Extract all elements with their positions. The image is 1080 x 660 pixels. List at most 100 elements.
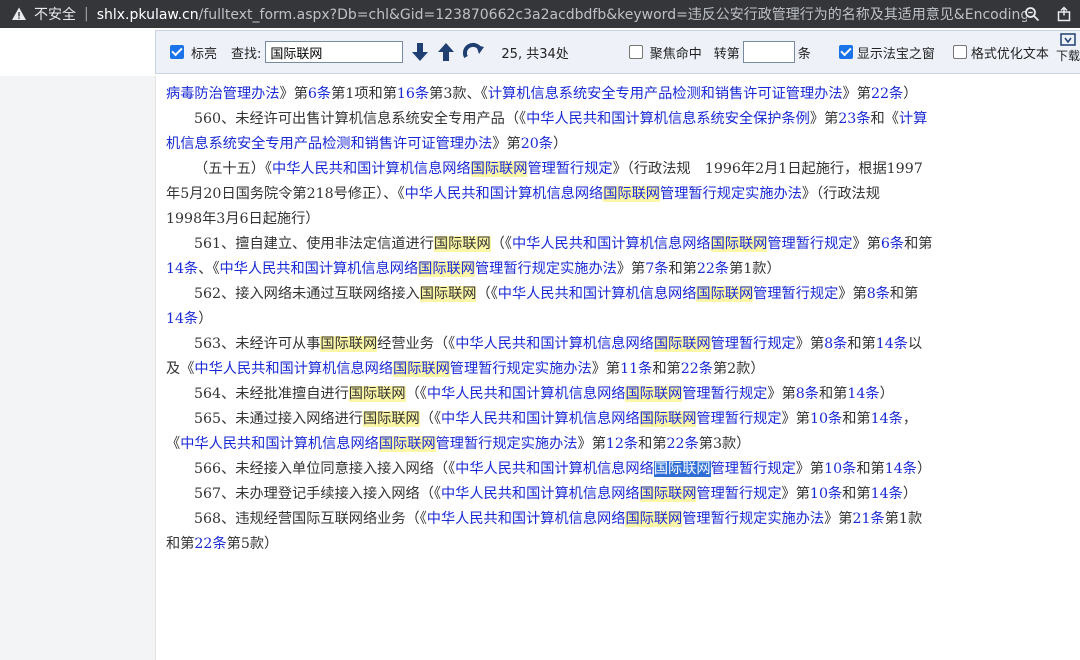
warning-icon[interactable] [8,3,30,25]
law-link[interactable]: 国际联网 [418,261,475,277]
article-link[interactable]: 8条 [796,386,819,402]
article-link[interactable]: 14条 [847,386,879,402]
article-link[interactable]: 22条 [697,261,729,277]
law-link[interactable]: 国际联网 [653,336,711,352]
law-link[interactable]: 病毒防治管理办法 [166,86,280,102]
law-link[interactable]: 国际联网 [639,486,697,502]
search-input[interactable] [265,41,404,63]
article-link[interactable]: 21条 [852,511,884,527]
zoom-icon[interactable] [1016,0,1048,28]
law-link[interactable]: 国际联网 [710,236,768,252]
law-link[interactable]: 国际联网 [603,186,660,202]
law-link[interactable]: 中华人民共和国计算机信息网络 [194,361,393,377]
text-segment: 和第 [818,386,848,402]
article-link[interactable]: 8条 [824,336,847,352]
previous-match-button[interactable] [435,41,457,63]
law-link[interactable]: 管理暂行规定 [682,386,767,402]
law-link[interactable]: 国际联网 [625,511,683,527]
refresh-button[interactable] [463,41,485,63]
highlight-checkbox[interactable] [170,45,184,59]
article-link[interactable]: 10条 [810,411,842,427]
goto-input[interactable] [742,41,795,63]
article-link[interactable]: 16条 [397,86,429,102]
article-link[interactable]: 14条 [871,486,903,502]
article-link[interactable]: 22条 [871,86,903,102]
text-segment: 》第 [795,461,825,477]
article-link[interactable]: 14条 [885,461,917,477]
law-link[interactable]: 管理暂行规定 [527,161,612,177]
law-link[interactable]: 国际联网 [653,461,711,477]
law-link[interactable]: 中华人民共和国计算机信息网络 [441,486,640,502]
law-link[interactable]: 计算机信息系统安全专用产品检测和销售许可证管理办法 [488,86,843,102]
law-link[interactable]: 管理暂行规定实施办法 [450,361,592,377]
article-link[interactable]: 20条 [521,136,553,152]
url-host: shlx.pkulaw.cn [96,7,199,23]
law-link[interactable]: 管理暂行规定 [767,236,852,252]
law-link[interactable]: 管理暂行规定 [696,411,781,427]
article-link[interactable]: 14条 [166,311,198,327]
law-link[interactable]: 管理暂行规定实施办法 [682,511,824,527]
law-link[interactable]: 中华人民共和国计算机信息系统安全保护条例 [526,111,810,127]
article-link[interactable]: 23条 [838,111,870,127]
law-link[interactable]: 国际联网 [378,436,436,452]
law-link[interactable]: 中华人民共和国计算机信息网络 [405,186,604,202]
law-link[interactable]: 中华人民共和国计算机信息网络 [427,511,626,527]
law-link[interactable]: 中华人民共和国计算机信息网络 [455,461,654,477]
show-window-option[interactable]: 显示法宝之窗 [838,43,935,62]
article-link[interactable]: 11条 [620,361,652,377]
focus-checkbox[interactable] [628,45,643,59]
law-link[interactable]: 管理暂行规定 [753,286,838,302]
article-link[interactable]: 7条 [645,261,668,277]
article-link[interactable]: 10条 [824,461,856,477]
format-checkbox[interactable] [952,45,967,59]
text-segment: 563、未经许可从事 [194,336,321,352]
show-window-checkbox[interactable] [838,45,853,59]
address-bar[interactable]: 不安全 | shlx.pkulaw.cn/fulltext_form.aspx?… [0,0,1080,28]
law-link[interactable]: 管理暂行规定实施办法 [436,436,578,452]
insecure-label[interactable]: 不安全 [34,4,76,24]
article-link[interactable]: 6条 [308,86,331,102]
law-link[interactable]: 管理暂行规定 [696,486,781,502]
text-segment: 560、未经许可出售计算机信息系统安全专用产品（《 [194,111,527,127]
find-label: 查找: [231,46,262,62]
focus-option[interactable]: 聚焦命中 [628,43,702,62]
highlight-option[interactable]: 标亮 [170,43,217,62]
format-option[interactable]: 格式优化文本 [952,43,1049,62]
text-segment: 和第 [842,411,871,427]
article-link[interactable]: 12条 [606,436,638,452]
law-link[interactable]: 国际联网 [639,411,697,427]
article-link[interactable]: 22条 [194,536,226,552]
law-link[interactable]: 中华人民共和国计算机信息网络 [220,261,419,277]
law-link[interactable]: 国际联网 [696,286,754,302]
next-match-button[interactable] [409,41,431,63]
article-link[interactable]: 22条 [681,361,713,377]
law-link[interactable]: 中华人民共和国计算机信息网络 [180,436,379,452]
law-link[interactable]: 中华人民共和国计算机信息网络 [498,286,697,302]
law-link[interactable]: 管理暂行规定 [711,461,796,477]
download-button[interactable]: 下载 [1056,31,1080,75]
law-link[interactable]: 中华人民共和国计算机信息网络 [441,411,640,427]
paragraph: 564、未经批准擅自进行国际联网（《中华人民共和国计算机信息网络国际联网管理暂行… [166,382,934,407]
law-link[interactable]: 国际联网 [470,161,528,177]
article-link[interactable]: 6条 [881,236,904,252]
article-link[interactable]: 8条 [867,286,890,302]
article-link[interactable]: 10条 [810,486,842,502]
url-text[interactable]: shlx.pkulaw.cn/fulltext_form.aspx?Db=chl… [97,4,1027,24]
article-link[interactable]: 14条 [876,336,908,352]
law-link[interactable]: 管理暂行规定实施办法 [475,261,617,277]
law-link[interactable]: 国际联网 [393,361,450,377]
text-segment: 565、未通过接入网络进行 [194,411,363,427]
article-link[interactable]: 22条 [667,436,699,452]
share-icon[interactable] [1048,0,1080,28]
law-link[interactable]: 中华人民共和国计算机信息网络 [427,386,626,402]
text-segment: （《 [490,236,512,252]
law-link[interactable]: 国际联网 [625,386,683,402]
law-link[interactable]: 中华人民共和国计算机信息网络 [455,336,654,352]
law-link[interactable]: 管理暂行规定 [711,336,796,352]
article-link[interactable]: 14条 [871,411,903,427]
article-link[interactable]: 14条 [166,261,198,277]
law-link[interactable]: 中华人民共和国计算机信息网络 [272,161,471,177]
paragraph: 565、未通过接入网络进行国际联网（《中华人民共和国计算机信息网络国际联网管理暂… [166,407,934,457]
law-link[interactable]: 管理暂行规定实施办法 [660,186,802,202]
law-link[interactable]: 中华人民共和国计算机信息网络 [512,236,711,252]
